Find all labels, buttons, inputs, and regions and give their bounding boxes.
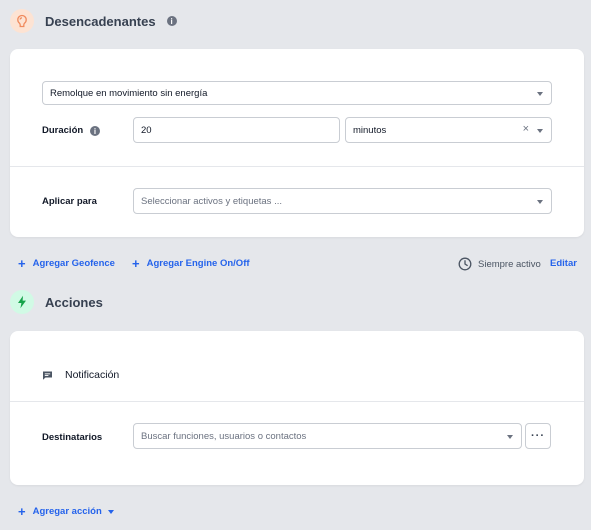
plus-icon: + [132,256,140,271]
chevron-down-icon [537,200,543,204]
chevron-down-icon [537,92,543,96]
hand-icon [10,9,34,33]
add-geofence-button[interactable]: + Agregar Geofence [18,256,115,271]
duration-value: 20 [141,124,152,136]
chevron-down-icon [537,129,543,133]
apply-to-placeholder: Seleccionar activos y etiquetas ... [141,195,282,207]
apply-to-select[interactable]: Seleccionar activos y etiquetas ... [133,188,552,214]
actions-card: Notificación Destinatarios Buscar funcio… [10,331,584,485]
more-options-button[interactable]: ··· [525,423,551,449]
add-action-label: Agregar acción [32,506,102,517]
schedule-status-text: Siempre activo [478,258,541,270]
apply-to-label: Aplicar para [42,196,97,207]
duration-label: Duración [42,125,84,136]
edit-schedule-link[interactable]: Editar [550,258,577,269]
divider [10,401,584,402]
add-action-button[interactable]: + Agregar acción [18,504,114,519]
duration-input[interactable]: 20 [133,117,340,143]
clock-icon [458,257,472,271]
divider [10,166,584,167]
close-icon[interactable]: × [523,123,529,135]
plus-icon: + [18,504,26,519]
add-geofence-label: Agregar Geofence [32,258,115,269]
recipients-label: Destinatarios [42,432,103,443]
triggers-header: Desencadenantes i [10,9,177,33]
lightning-icon [10,290,34,314]
more-icon: ··· [531,430,545,442]
actions-header: Acciones [10,290,103,314]
schedule-status: Siempre activo [458,257,541,271]
duration-unit-value: minutos [353,124,387,136]
trigger-type-value: Remolque en movimiento sin energía [50,87,208,99]
info-icon[interactable]: i [166,16,177,26]
notification-label: Notificación [65,369,120,381]
info-icon[interactable]: i [90,126,100,136]
add-engine-button[interactable]: + Agregar Engine On/Off [132,256,250,271]
recipients-placeholder: Buscar funciones, usuarios o contactos [141,430,307,442]
triggers-title: Desencadenantes [45,13,156,29]
plus-icon: + [18,256,26,271]
chevron-down-icon [107,509,114,514]
chat-bubble-icon [42,370,53,381]
chevron-down-icon [507,435,513,439]
recipients-select[interactable]: Buscar funciones, usuarios o contactos [133,423,522,449]
duration-unit-select[interactable]: minutos × [345,117,552,143]
add-engine-label: Agregar Engine On/Off [146,258,250,269]
actions-title: Acciones [45,294,103,310]
trigger-type-select[interactable]: Remolque en movimiento sin energía [42,81,552,105]
notification-row: Notificación [42,369,119,381]
triggers-card: Remolque en movimiento sin energía Durac… [10,49,584,237]
